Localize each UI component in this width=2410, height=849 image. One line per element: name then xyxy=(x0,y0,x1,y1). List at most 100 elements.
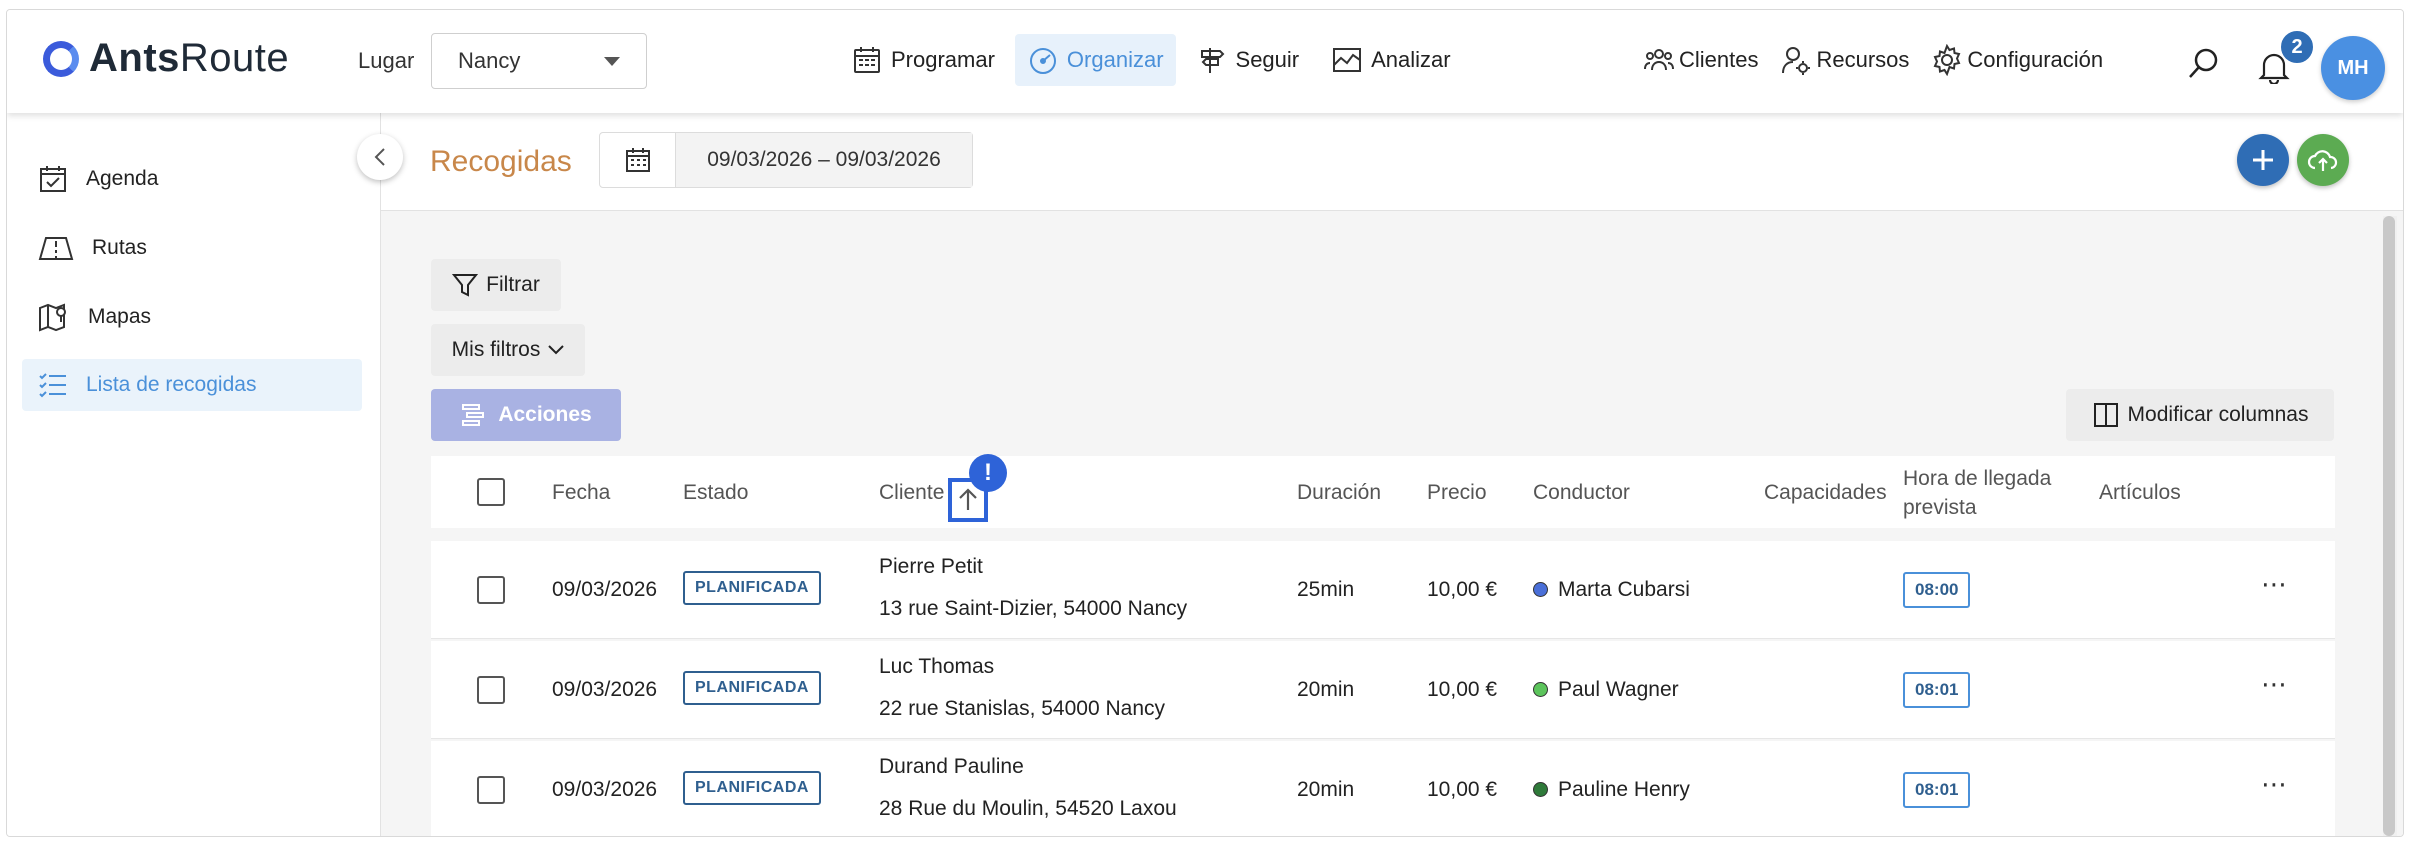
column-header-capacidades[interactable]: Capacidades xyxy=(1764,478,1887,507)
nav-organizar-label: Organizar xyxy=(1066,47,1164,72)
map-pin-icon xyxy=(39,303,66,332)
sidebar-item-mapas[interactable]: Mapas xyxy=(22,291,362,343)
row-conductor: Pauline Henry xyxy=(1533,778,1690,802)
main-nav: Programar Organizar Seguir Analizar xyxy=(839,34,1463,86)
row-checkbox[interactable] xyxy=(477,676,505,704)
nav-seguir[interactable]: Seguir xyxy=(1184,34,1312,86)
row-more-menu[interactable]: ⋯ xyxy=(2261,569,2289,600)
status-badge: PLANIFICADA xyxy=(683,671,821,705)
brand-logo[interactable]: AntsRoute xyxy=(43,36,289,81)
table-row[interactable]: 09/03/2026 PLANIFICADA Pierre Petit 13 r… xyxy=(431,541,2335,639)
column-header-fecha[interactable]: Fecha xyxy=(552,478,610,507)
arrival-time-badge: 08:01 xyxy=(1903,772,1971,808)
sidebar-item-label: Mapas xyxy=(88,305,152,328)
sidebar-item-label: Rutas xyxy=(92,236,147,259)
column-header-hora-line2: prevista xyxy=(1903,496,1977,519)
chevron-down-icon xyxy=(548,345,565,355)
nav-analizar-label: Analizar xyxy=(1371,47,1451,72)
calendar-grid-icon xyxy=(854,47,880,73)
select-all-checkbox[interactable] xyxy=(477,478,505,506)
calendar-check-icon xyxy=(40,166,66,192)
caret-down-icon xyxy=(604,56,620,66)
row-checkbox[interactable] xyxy=(477,576,505,604)
sidebar-collapse-button[interactable] xyxy=(357,134,403,180)
brand-name: AntsRoute xyxy=(89,36,290,80)
scrollbar-thumb[interactable] xyxy=(2383,216,2395,836)
date-range-value[interactable]: 09/03/2026 – 09/03/2026 xyxy=(676,133,972,187)
sidebar-item-label: Agenda xyxy=(86,167,159,190)
column-header-estado[interactable]: Estado xyxy=(683,478,748,507)
driver-color-dot xyxy=(1533,782,1548,797)
nav-configuracion[interactable]: Configuración xyxy=(1931,34,2103,86)
status-badge: PLANIFICADA xyxy=(683,771,821,805)
secondary-nav: Clientes Recursos Configuración xyxy=(1643,34,2103,86)
filter-button[interactable]: Filtrar xyxy=(431,259,561,311)
actions-list-icon xyxy=(462,404,485,426)
row-conductor: Marta Cubarsi xyxy=(1533,578,1690,602)
nav-organizar[interactable]: Organizar xyxy=(1014,34,1176,86)
user-avatar[interactable]: MH xyxy=(2321,36,2385,100)
search-icon[interactable] xyxy=(2187,46,2221,80)
actions-button-label: Acciones xyxy=(498,403,592,426)
status-badge: PLANIFICADA xyxy=(683,571,821,605)
row-more-menu[interactable]: ⋯ xyxy=(2261,669,2289,700)
top-bar: AntsRoute Lugar Nancy Programar Organiza… xyxy=(7,10,2403,113)
row-direccion: 28 Rue du Moulin, 54520 Laxou xyxy=(879,797,1177,820)
page-title: Recogidas xyxy=(430,145,572,178)
row-precio: 10,00 € xyxy=(1427,778,1498,801)
row-checkbox[interactable] xyxy=(477,776,505,804)
row-direccion: 22 rue Stanislas, 54000 Nancy xyxy=(879,697,1166,720)
driver-name: Marta Cubarsi xyxy=(1558,578,1690,601)
vertical-scrollbar[interactable] xyxy=(2383,216,2397,836)
alert-badge: ! xyxy=(969,454,1007,492)
nav-recursos-label: Recursos xyxy=(1816,47,1910,72)
modify-columns-button[interactable]: Modificar columnas xyxy=(2066,389,2334,441)
gear-icon xyxy=(1933,44,1961,76)
nav-configuracion-label: Configuración xyxy=(1967,47,2104,72)
calendar-icon xyxy=(625,148,650,172)
row-duracion: 20min xyxy=(1297,678,1355,701)
location-value: Nancy xyxy=(458,48,521,73)
filter-button-label: Filtrar xyxy=(486,273,540,296)
table-row[interactable]: 09/03/2026 PLANIFICADA Luc Thomas 22 rue… xyxy=(431,641,2335,739)
app-window: AntsRoute Lugar Nancy Programar Organiza… xyxy=(6,9,2404,837)
row-more-menu[interactable]: ⋯ xyxy=(2261,769,2289,800)
modify-columns-label: Modificar columnas xyxy=(2127,403,2309,426)
row-direccion: 13 rue Saint-Dizier, 54000 Nancy xyxy=(879,597,1188,620)
logo-mark-icon xyxy=(43,40,79,77)
sidebar-item-lista-recogidas[interactable]: Lista de recogidas xyxy=(22,359,362,411)
nav-analizar[interactable]: Analizar xyxy=(1319,34,1462,86)
nav-recursos[interactable]: Recursos xyxy=(1780,34,1909,86)
sidebar-item-rutas[interactable]: Rutas xyxy=(22,222,362,274)
signpost-icon xyxy=(1200,48,1224,73)
column-header-cliente[interactable]: Cliente xyxy=(879,478,944,507)
add-button[interactable] xyxy=(2237,134,2289,186)
nav-seguir-label: Seguir xyxy=(1235,47,1300,72)
date-picker-button[interactable] xyxy=(600,133,676,187)
column-header-articulos[interactable]: Artículos xyxy=(2099,478,2181,507)
row-fecha: 09/03/2026 xyxy=(552,778,658,801)
arrow-up-icon xyxy=(959,488,977,510)
column-header-precio[interactable]: Precio xyxy=(1427,478,1487,507)
actions-button[interactable]: Acciones xyxy=(431,389,621,441)
column-header-conductor[interactable]: Conductor xyxy=(1533,478,1630,507)
column-header-duracion[interactable]: Duración xyxy=(1297,478,1381,507)
sidebar-item-agenda[interactable]: Agenda xyxy=(22,153,362,205)
nav-programar-label: Programar xyxy=(891,47,995,72)
row-cliente: Pierre Petit xyxy=(879,555,983,578)
chart-area-icon xyxy=(1333,48,1362,72)
driver-color-dot xyxy=(1533,582,1548,597)
nav-programar[interactable]: Programar xyxy=(839,34,1007,86)
row-duracion: 25min xyxy=(1297,578,1355,601)
upload-button[interactable] xyxy=(2297,134,2349,186)
notification-count-badge[interactable]: 2 xyxy=(2279,29,2315,65)
arrival-time-badge: 08:00 xyxy=(1903,572,1971,608)
date-range-picker[interactable]: 09/03/2026 – 09/03/2026 xyxy=(599,132,973,188)
location-select[interactable]: Nancy xyxy=(431,33,647,89)
nav-clientes[interactable]: Clientes xyxy=(1643,34,1758,86)
my-filters-dropdown[interactable]: Mis filtros xyxy=(431,324,585,376)
column-header-hora-llegada[interactable]: Hora de llegada prevista xyxy=(1903,464,2051,522)
table-header: Fecha Estado Cliente Duración Precio Con… xyxy=(431,456,2335,528)
funnel-icon xyxy=(452,274,479,297)
table-row[interactable]: 09/03/2026 PLANIFICADA Durand Pauline 28… xyxy=(431,741,2335,836)
